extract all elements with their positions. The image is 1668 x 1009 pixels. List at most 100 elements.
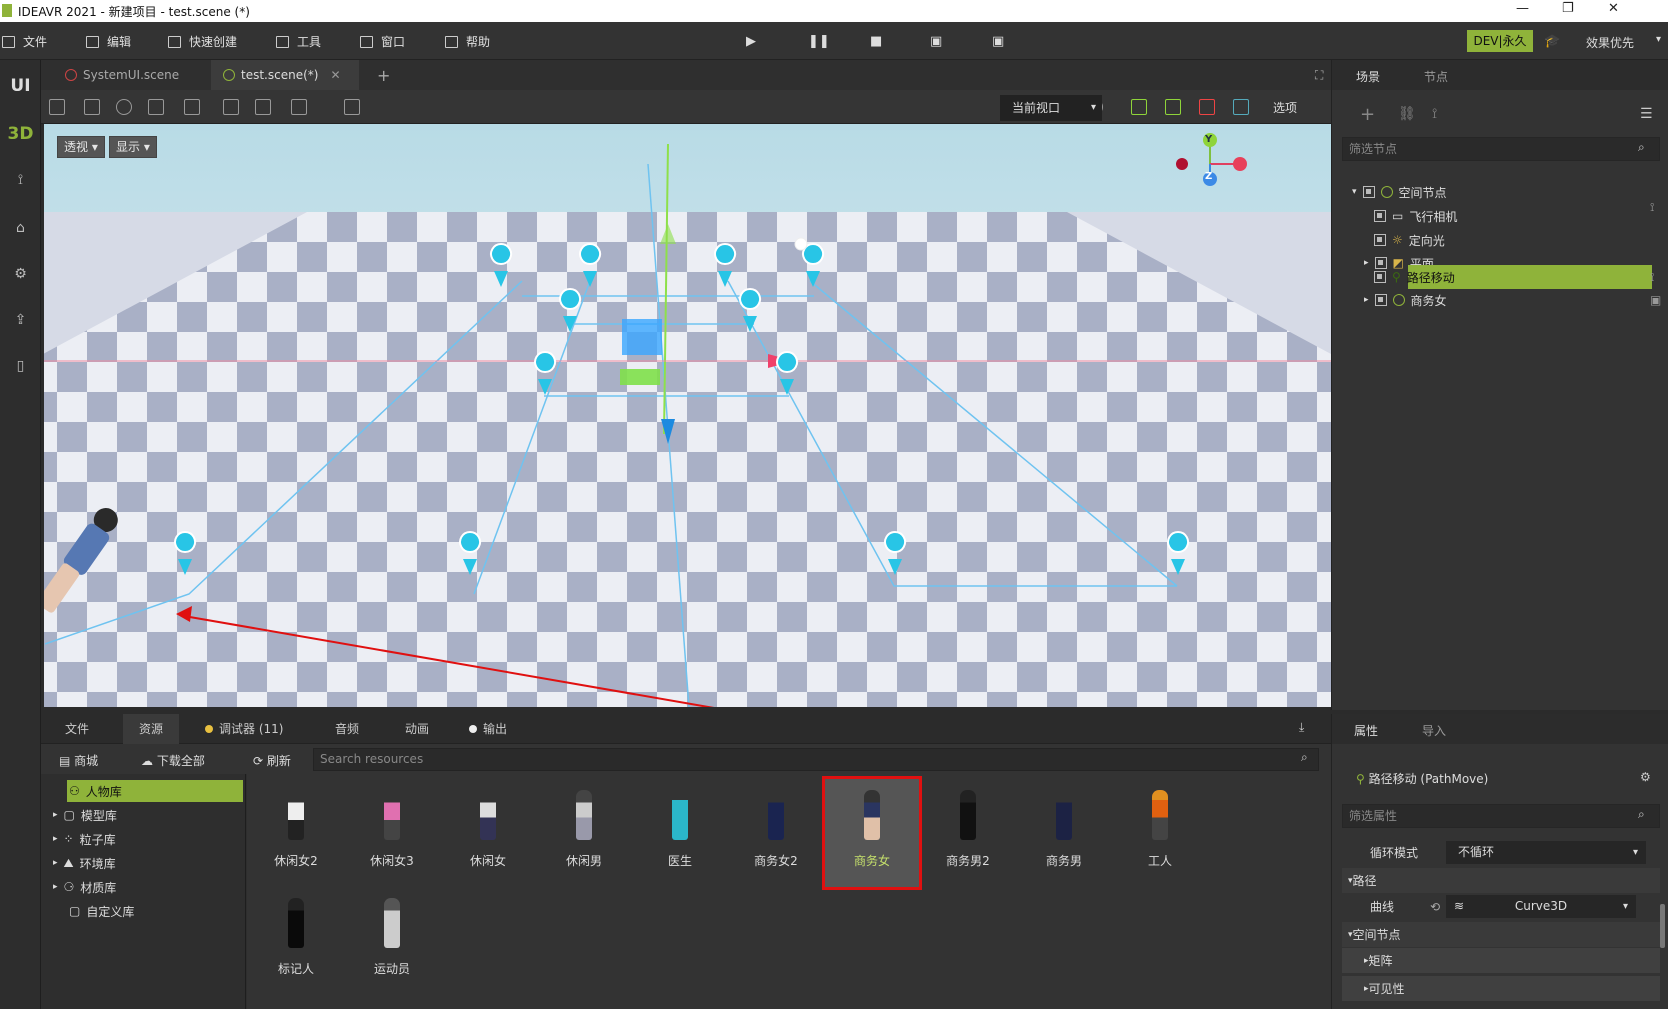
asset-item[interactable]: 休闲女 [440,778,536,888]
node-fly-camera[interactable]: ▭ 飞行相机 [1374,205,1457,227]
asset-item-selected[interactable]: 商务女 [822,776,922,890]
asset-item[interactable]: 商务男 [1016,778,1112,888]
tab-import[interactable]: 导入 [1422,722,1446,739]
tab-systemui-scene[interactable]: SystemUI.scene [53,60,203,90]
path-icon[interactable]: ⟟ [0,172,41,188]
tab-resources[interactable]: 资源 [123,714,180,744]
tab-audio[interactable]: 音频 [319,714,375,744]
visibility-checkbox[interactable] [1374,294,1387,306]
pivot-icon[interactable] [223,99,239,115]
menu-icon[interactable]: ☰ [1640,106,1653,122]
node-path-move[interactable]: ⚲ 路径移动 [1374,266,1455,288]
tab-node[interactable]: 节点 [1424,68,1448,85]
chevron-right-icon[interactable]: ▸ [1364,258,1369,268]
brush-icon[interactable] [1233,99,1249,115]
refresh-button[interactable]: ⟳ 刷新 [253,752,291,769]
remove-icon[interactable] [1199,99,1215,115]
display-button[interactable]: 显示 ▾ [109,136,157,158]
script-icon[interactable]: ⟟ [1650,200,1654,215]
asset-item[interactable]: 医生 [632,778,728,888]
curve-select[interactable]: ≋ Curve3D ▾ [1446,895,1636,918]
move-icon[interactable] [84,99,100,115]
visibility-checkbox[interactable] [1374,234,1386,246]
download-icon[interactable]: ⤓ [1299,720,1304,735]
asset-item[interactable]: 运动员 [344,886,440,996]
asset-item[interactable]: 休闲女3 [344,778,440,888]
section-spatial-node[interactable]: ▾ 空间节点 [1342,922,1660,947]
subsection-visibility[interactable]: ▸ 可见性 [1342,976,1660,1001]
node-directional-light[interactable]: ☼ 定向光 [1374,229,1445,251]
menu-tools[interactable]: 工具 [276,33,321,50]
chevron-right-icon[interactable]: ▸ [1364,295,1369,305]
node-business-woman[interactable]: ▸ 商务女 [1364,289,1447,311]
asset-item[interactable]: 休闲女2 [248,778,344,888]
subsection-matrix[interactable]: ▸ 矩阵 [1342,948,1660,973]
resource-search-input[interactable]: Search resources [313,748,1319,771]
grid-toggle-icon[interactable] [1165,99,1181,115]
play-icon[interactable]: ▶ [746,34,756,49]
ui-mode-button[interactable]: UI [0,76,41,96]
asset-item[interactable]: 商务女2 [728,778,824,888]
tab-output[interactable]: 输出 [455,714,523,744]
tab-debugger[interactable]: 调试器 (11) [193,714,299,744]
menu-window[interactable]: 窗口 [360,33,405,50]
add-tab-icon[interactable]: + [365,60,402,90]
asset-item[interactable]: 商务男2 [920,778,1016,888]
category-environment[interactable]: ▸ ⛰ 环境库 [51,852,241,874]
asset-item[interactable]: 休闲男 [536,778,632,888]
settings-box-icon[interactable]: ⚙ [0,266,41,282]
scrollbar-thumb[interactable] [1660,904,1665,948]
asset-item[interactable]: 工人 [1112,778,1208,888]
chevron-down-icon[interactable]: ▾ [1352,187,1357,197]
category-people[interactable]: ⚇ 人物库 [67,780,243,802]
device-icon[interactable]: ▯ [0,358,41,374]
ruler-icon[interactable] [291,99,307,115]
shop-button[interactable]: ▤ 商城 [59,752,98,769]
scale-icon[interactable] [148,99,164,115]
chevron-down-icon[interactable]: ▾ [1656,34,1661,45]
view-select[interactable]: 当前视口 ▾ [1000,95,1102,121]
store-icon[interactable]: ⌂ [0,220,41,236]
node-spatial[interactable]: ▾ 空间节点 [1352,181,1447,203]
3d-viewport[interactable] [44,124,1331,707]
tab-file[interactable]: 文件 [49,714,105,744]
menu-help[interactable]: 帮助 [445,33,490,50]
close-tab-icon[interactable]: ✕ [330,68,340,82]
category-custom[interactable]: ▢ 自定义库 [67,900,257,922]
menu-edit[interactable]: 编辑 [86,33,131,50]
menu-file[interactable]: 文件 [2,33,47,50]
hierarchy-icon[interactable]: ⟟ [1432,106,1437,122]
visibility-checkbox[interactable] [1374,271,1386,283]
camera-icon[interactable] [344,99,360,115]
node-filter-input[interactable]: 筛选节点 [1342,137,1660,161]
link-icon[interactable]: ⛓ [1398,106,1416,122]
restore-icon[interactable]: ❐ [1562,1,1574,16]
property-filter-input[interactable]: 筛选属性 [1342,804,1660,828]
options-button[interactable]: 选项 [1273,99,1297,116]
category-models[interactable]: ▸ ▢ 模型库 [51,804,241,826]
minimize-icon[interactable]: — [1516,1,1529,16]
anim-icon[interactable]: ▣ [1650,293,1661,307]
asset-item[interactable]: 标记人 [248,886,344,996]
loop-mode-select[interactable]: 不循环 ▾ [1446,841,1646,864]
clapper-alt-icon[interactable]: ▣ [992,34,1004,49]
category-particles[interactable]: ▸ ⁘ 粒子库 [51,828,241,850]
snap-icon[interactable] [255,99,271,115]
pause-icon[interactable]: ❚❚ [808,34,830,49]
3d-mode-button[interactable]: 3D [0,124,41,144]
perspective-button[interactable]: 透视 ▾ [57,136,105,158]
tab-test-scene[interactable]: test.scene(*) ✕ [211,60,359,90]
stop-icon[interactable]: ■ [870,34,882,49]
clapper-icon[interactable]: ▣ [930,34,942,49]
export-icon[interactable]: ⇪ [0,312,41,328]
tab-scene[interactable]: 场景 [1356,68,1380,85]
section-path[interactable]: ▾ 路径 [1342,868,1660,893]
select-icon[interactable] [49,99,65,115]
add-node-icon[interactable]: + [1360,104,1375,125]
category-materials[interactable]: ▸ ⚆ 材质库 [51,876,241,898]
reset-icon[interactable]: ⟲ [1430,900,1440,914]
menu-quick-create[interactable]: 快速创建 [168,33,237,50]
visibility-checkbox[interactable] [1374,210,1386,222]
download-all-button[interactable]: ☁ 下载全部 [141,752,205,769]
rotate-icon[interactable] [116,99,132,115]
